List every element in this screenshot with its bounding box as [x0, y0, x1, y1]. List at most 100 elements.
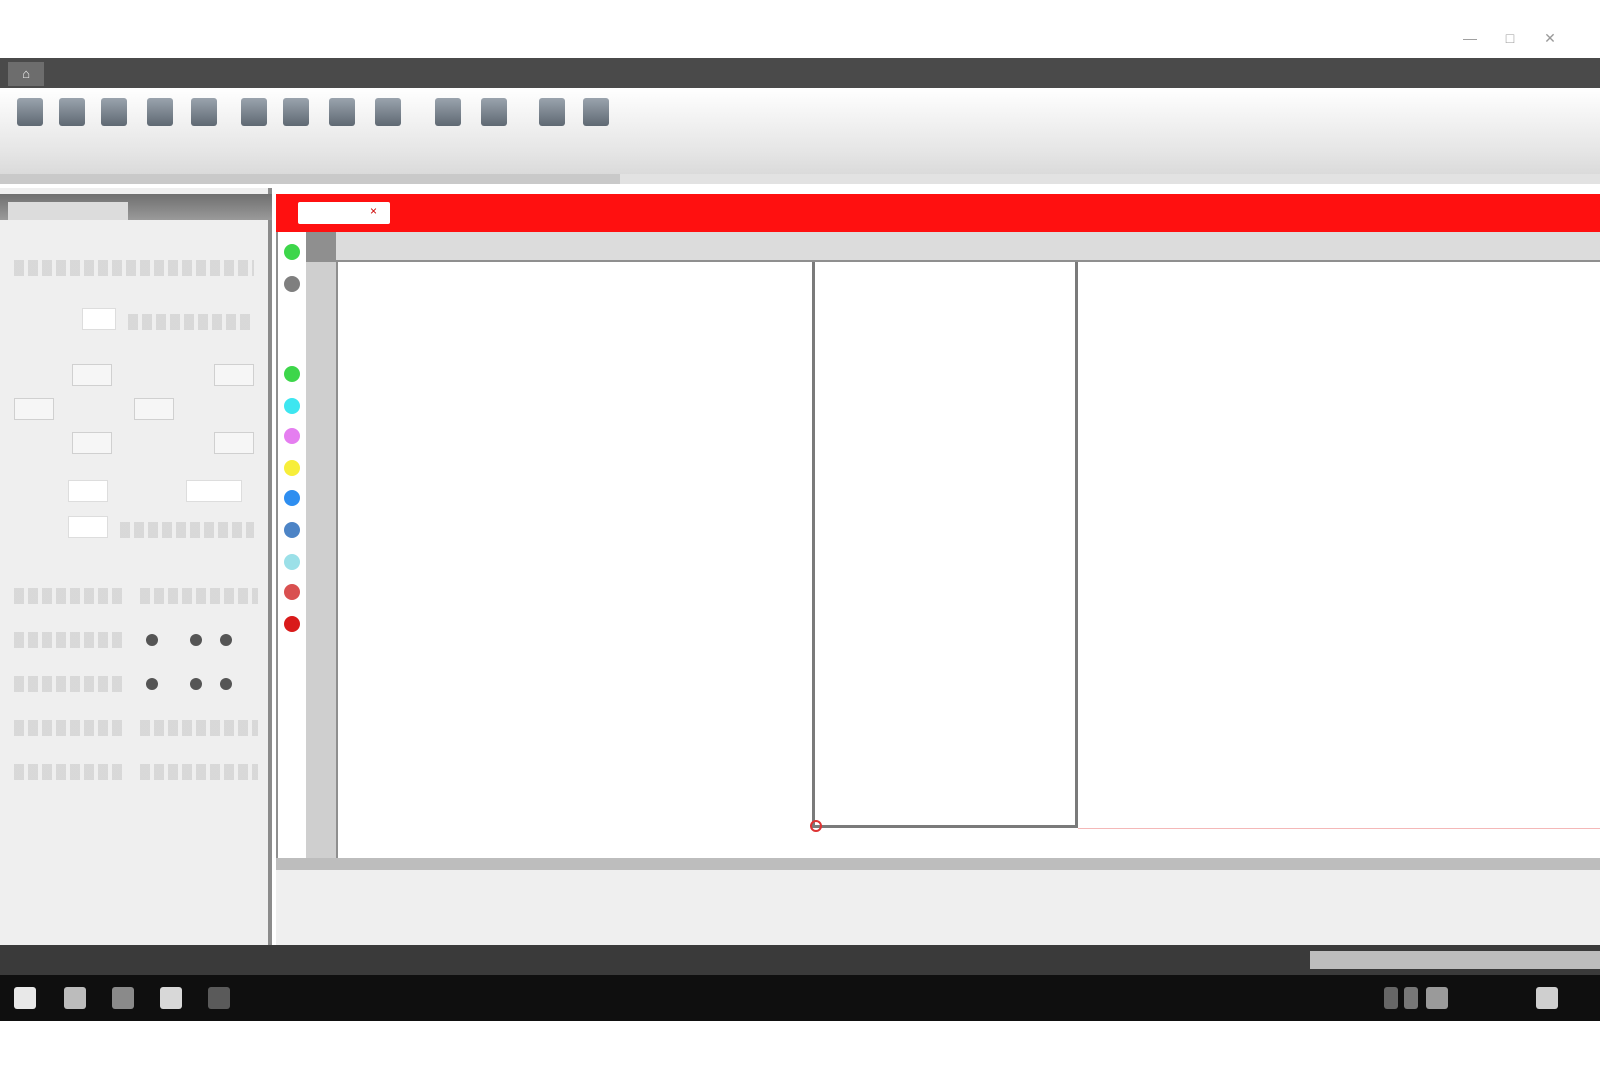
tool-10-icon: [435, 98, 461, 126]
panel-option-1[interactable]: [14, 588, 124, 604]
layer-color-9[interactable]: [284, 522, 300, 538]
toolbar-button-8[interactable]: [322, 96, 362, 152]
ribbon-tab-strip: ⌂: [0, 58, 1600, 88]
y-label: [16, 520, 66, 536]
position-options[interactable]: [128, 314, 254, 330]
toolbar-button-9[interactable]: [368, 96, 408, 152]
toolbar-button-12[interactable]: [532, 96, 572, 152]
toolbar-button-13[interactable]: [576, 96, 616, 152]
layer-color-7[interactable]: [284, 460, 300, 476]
tool-5-icon: [191, 98, 217, 126]
move-z-down-button[interactable]: [214, 432, 254, 454]
horizontal-ruler: [336, 232, 1600, 260]
task-view-icon[interactable]: [64, 987, 86, 1009]
panel-option-8[interactable]: [140, 764, 258, 780]
tab-2[interactable]: [138, 66, 188, 82]
y-options[interactable]: [120, 522, 254, 538]
window-title: [690, 32, 800, 48]
guide-line: [1078, 828, 1600, 829]
panel-option-5[interactable]: [14, 720, 124, 736]
tool-1-icon: [17, 98, 43, 126]
tray-icon-1[interactable]: [1384, 987, 1398, 1009]
speed-input[interactable]: [186, 480, 242, 502]
radio-3-icon[interactable]: [220, 634, 232, 646]
toolbar-button-3[interactable]: [94, 96, 134, 152]
move-z-up-button[interactable]: [214, 364, 254, 386]
move-down-button[interactable]: [72, 432, 112, 454]
panel-option-4[interactable]: [14, 676, 124, 692]
panel-mode-row[interactable]: [14, 260, 254, 276]
position-input[interactable]: [82, 308, 116, 330]
app-window: — □ ✕ ⌂ ×: [0, 0, 1600, 1081]
layer-color-1[interactable]: [284, 244, 300, 260]
toolbar-button-6[interactable]: [234, 96, 274, 152]
tool-12-icon: [539, 98, 565, 126]
move-up-button[interactable]: [72, 364, 112, 386]
layer-color-8[interactable]: [284, 490, 300, 506]
horizontal-scrollbar[interactable]: [276, 858, 1600, 870]
minimize-icon[interactable]: —: [1460, 28, 1480, 48]
status-item-3: [234, 953, 324, 967]
taskbar-app-2-icon[interactable]: [160, 987, 182, 1009]
layer-color-13[interactable]: [284, 646, 300, 662]
output-pane: [276, 870, 1600, 946]
work-area-rectangle[interactable]: [812, 262, 1078, 828]
user-name[interactable]: [1295, 26, 1361, 42]
taskbar-app-3-icon[interactable]: [208, 987, 230, 1009]
toolbar-button-2[interactable]: [52, 96, 92, 152]
toolbar-button-10[interactable]: [428, 96, 468, 152]
notification-icon[interactable]: [1536, 987, 1558, 1009]
ribbon-toolbar: [0, 88, 1600, 184]
move-left-button[interactable]: [14, 398, 54, 420]
status-item-6: [608, 953, 720, 967]
layer-color-12[interactable]: [284, 616, 300, 632]
ribbon-group-labels: [0, 174, 620, 184]
radio-2-icon[interactable]: [190, 634, 202, 646]
radio-5-icon[interactable]: [190, 678, 202, 690]
y-input[interactable]: [68, 516, 108, 538]
layer-color-11[interactable]: [284, 584, 300, 600]
maximize-icon[interactable]: □: [1500, 28, 1520, 48]
tool-13-icon: [583, 98, 609, 126]
layer-color-10[interactable]: [284, 554, 300, 570]
x-label: [16, 484, 66, 500]
x-input[interactable]: [68, 480, 108, 502]
panel-option-6[interactable]: [140, 720, 258, 736]
volume-icon[interactable]: [1426, 987, 1448, 1009]
tool-3-icon: [101, 98, 127, 126]
tool-4-icon: [147, 98, 173, 126]
layer-color-4[interactable]: [284, 366, 300, 382]
panel-option-2[interactable]: [140, 588, 258, 604]
start-icon[interactable]: [14, 987, 36, 1009]
toolbar-button-5[interactable]: [184, 96, 224, 152]
toolbar-button-7[interactable]: [276, 96, 316, 152]
layer-color-5[interactable]: [284, 398, 300, 414]
document-tab[interactable]: ×: [298, 202, 390, 224]
close-icon[interactable]: ✕: [1540, 28, 1560, 48]
app-menu-button[interactable]: ⌂: [8, 62, 44, 86]
tray-icon-2[interactable]: [1404, 987, 1418, 1009]
toolbar-button-11[interactable]: [474, 96, 514, 152]
radio-6-icon[interactable]: [220, 678, 232, 690]
layer-color-3[interactable]: [284, 308, 300, 324]
taskbar-app-1-icon[interactable]: [112, 987, 134, 1009]
left-panel-tab[interactable]: [8, 202, 128, 220]
panel-option-7[interactable]: [14, 764, 124, 780]
tool-6-icon: [241, 98, 267, 126]
layer-color-6[interactable]: [284, 428, 300, 444]
layer-color-2[interactable]: [284, 276, 300, 292]
radio-4-icon[interactable]: [146, 678, 158, 690]
radio-1-icon[interactable]: [146, 634, 158, 646]
status-bar: [0, 945, 1600, 975]
ribbon-group-labels-right: [620, 174, 1600, 184]
tab-3[interactable]: [210, 66, 234, 82]
toolbar-button-1[interactable]: [10, 96, 50, 152]
tab-1[interactable]: [64, 66, 120, 82]
header-info-1: [416, 205, 496, 221]
clock[interactable]: [1450, 987, 1520, 1011]
close-tab-icon[interactable]: ×: [370, 204, 384, 220]
tool-9-icon: [375, 98, 401, 126]
panel-option-3[interactable]: [14, 632, 124, 648]
toolbar-button-4[interactable]: [140, 96, 180, 152]
move-right-button[interactable]: [134, 398, 174, 420]
